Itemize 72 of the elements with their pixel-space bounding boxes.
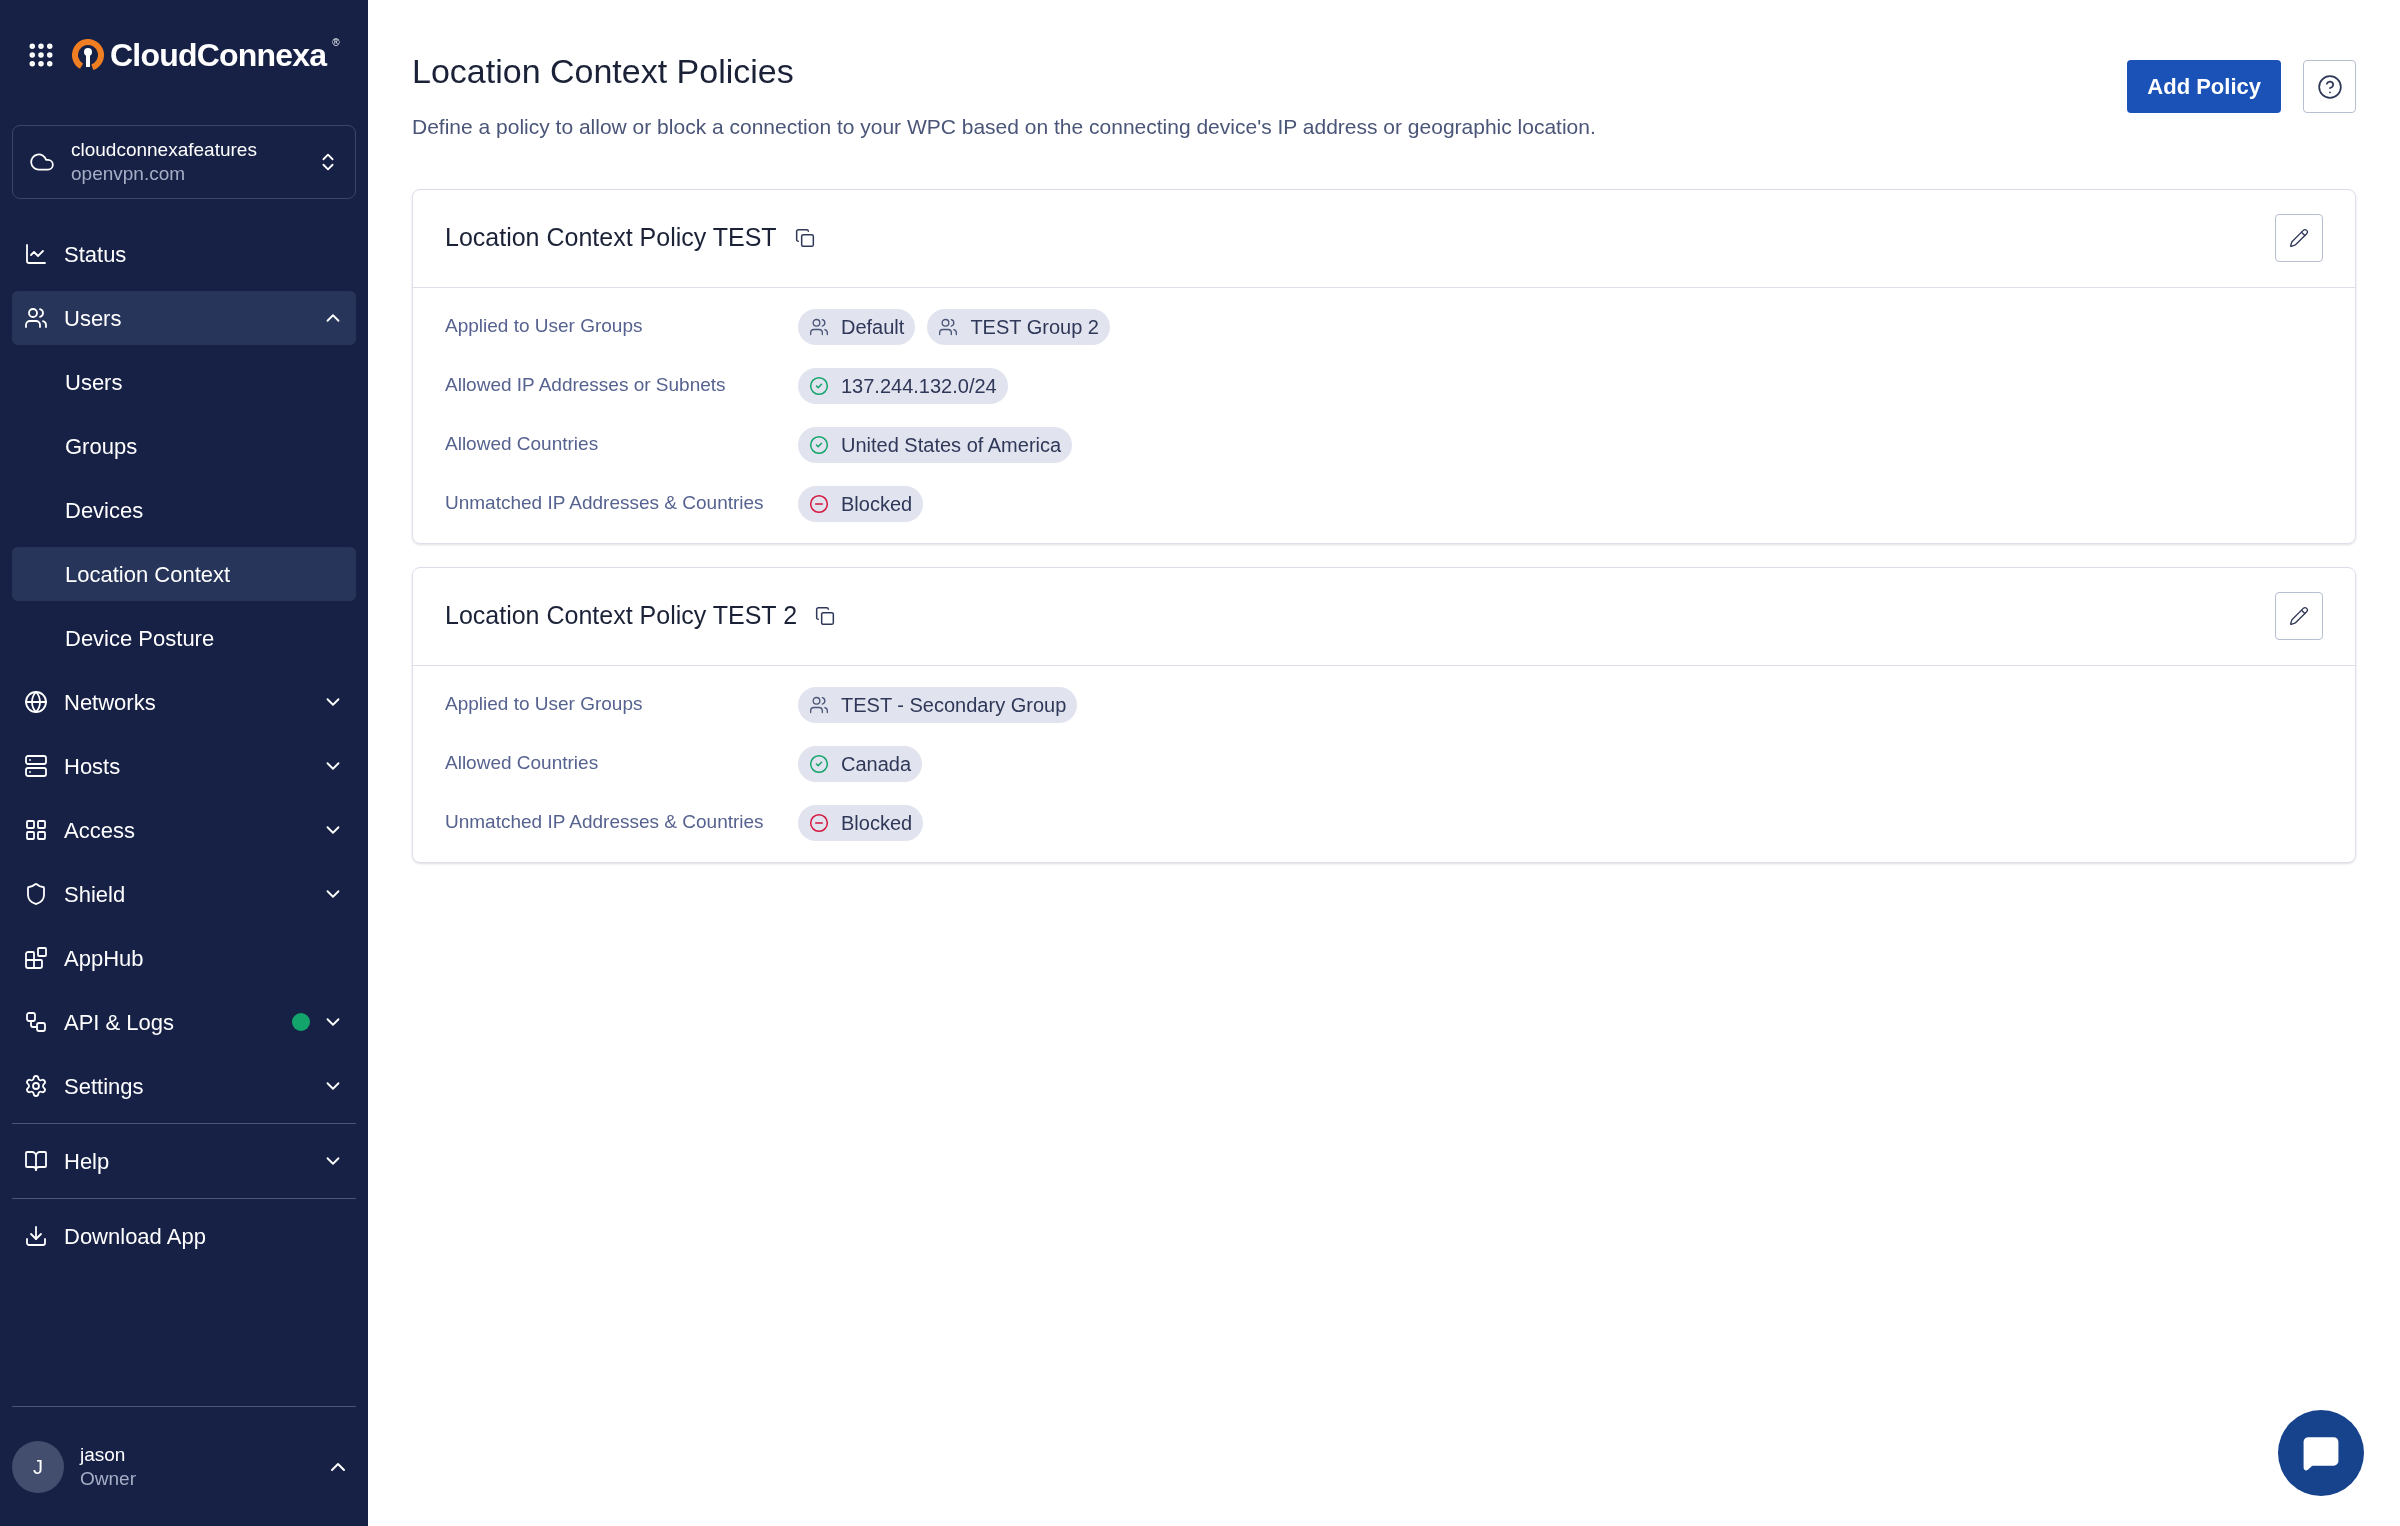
users-icon	[24, 306, 48, 330]
nav-subitem[interactable]: Groups	[12, 419, 356, 473]
tag-chip: TEST Group 2	[927, 308, 1110, 345]
copy-id-icon[interactable]	[815, 606, 836, 626]
nav-item[interactable]: Status	[12, 227, 356, 281]
field-label: Unmatched IP Addresses & Countries	[445, 810, 765, 835]
tag-chip: Canada	[798, 745, 923, 782]
nav-subitem[interactable]: Location Context	[12, 547, 356, 601]
tag-chip: Blocked	[798, 485, 924, 522]
check-circle-icon	[809, 753, 829, 774]
check-circle-icon	[809, 375, 829, 396]
nav-item[interactable]: API & Logs	[12, 995, 356, 1049]
copy-id-icon[interactable]	[794, 228, 815, 248]
user-name: jason	[80, 1442, 127, 1467]
nav-item[interactable]: AppHub	[12, 931, 356, 985]
nav-item[interactable]: Help	[12, 1134, 356, 1188]
help-button[interactable]	[2303, 60, 2356, 113]
add-policy-button[interactable]: Add Policy	[2127, 60, 2281, 113]
edit-button[interactable]	[2275, 592, 2323, 640]
nav-item[interactable]: Hosts	[12, 739, 356, 793]
settings-icon	[24, 1074, 48, 1098]
field-label: Allowed Countries	[445, 432, 600, 457]
edit-button[interactable]	[2275, 214, 2323, 262]
tag-chip: 137.244.132.0/24	[798, 367, 1008, 404]
nav-item[interactable]: Shield	[12, 867, 356, 921]
users-icon	[809, 694, 829, 715]
avatar: J	[12, 1440, 64, 1493]
tag-chip: Blocked	[798, 804, 924, 841]
page-description: Define a policy to allow or block a connection to your WPC based on the connecting device's IP address or geographic location.	[412, 114, 1597, 140]
field-label: Unmatched IP Addresses & Countries	[445, 491, 765, 516]
chart-icon	[24, 242, 48, 266]
workspace-selector[interactable]: cloudconnexafeatures openvpn.com	[12, 125, 356, 199]
field-label: Allowed IP Addresses or Subnets	[445, 373, 727, 398]
page-title: Location Context Policies	[412, 51, 795, 92]
pencil-icon	[2289, 228, 2309, 248]
nav-subitem[interactable]: Device Posture	[12, 611, 356, 665]
policy-name: Location Context Policy TEST 2	[445, 600, 798, 632]
apps-add-icon	[24, 946, 48, 970]
nav-item[interactable]: Download App	[12, 1209, 356, 1263]
tag-chip: Default	[798, 308, 916, 345]
field-label: Applied to User Groups	[445, 314, 644, 339]
field-label: Allowed Countries	[445, 751, 600, 776]
check-circle-icon	[809, 434, 829, 455]
book-icon	[24, 1149, 48, 1173]
workspace-domain: openvpn.com	[71, 162, 187, 186]
nav-item[interactable]: Access	[12, 803, 356, 857]
globe-icon	[24, 690, 48, 714]
shield-icon	[24, 882, 48, 906]
tag-chip: TEST - Secondary Group	[798, 686, 1078, 723]
minus-circle-icon	[809, 493, 829, 514]
logo-text: CloudConnexa	[110, 36, 327, 75]
pencil-icon	[2289, 606, 2309, 626]
help-icon	[2316, 73, 2343, 100]
grid-icon	[24, 818, 48, 842]
server-icon	[24, 754, 48, 778]
nav-item[interactable]: Settings	[12, 1059, 356, 1113]
nav-subitem[interactable]: Devices	[12, 483, 356, 537]
registered-mark: ®	[332, 36, 340, 50]
tag-chip: United States of America	[798, 426, 1073, 463]
download-icon	[24, 1224, 48, 1248]
user-role: Owner	[80, 1466, 137, 1491]
keyhole-logo-icon	[72, 39, 104, 71]
nav-item[interactable]: Users	[12, 291, 356, 345]
nav-subitem[interactable]: Users	[12, 355, 356, 409]
workspace-name: cloudconnexafeatures	[71, 138, 258, 162]
policy-name: Location Context Policy TEST	[445, 222, 777, 254]
field-label: Applied to User Groups	[445, 692, 644, 717]
minus-circle-icon	[809, 812, 829, 833]
users-icon	[938, 316, 959, 337]
nav-item[interactable]: Networks	[12, 675, 356, 729]
chat-icon	[2302, 1434, 2340, 1472]
users-icon	[809, 316, 829, 337]
